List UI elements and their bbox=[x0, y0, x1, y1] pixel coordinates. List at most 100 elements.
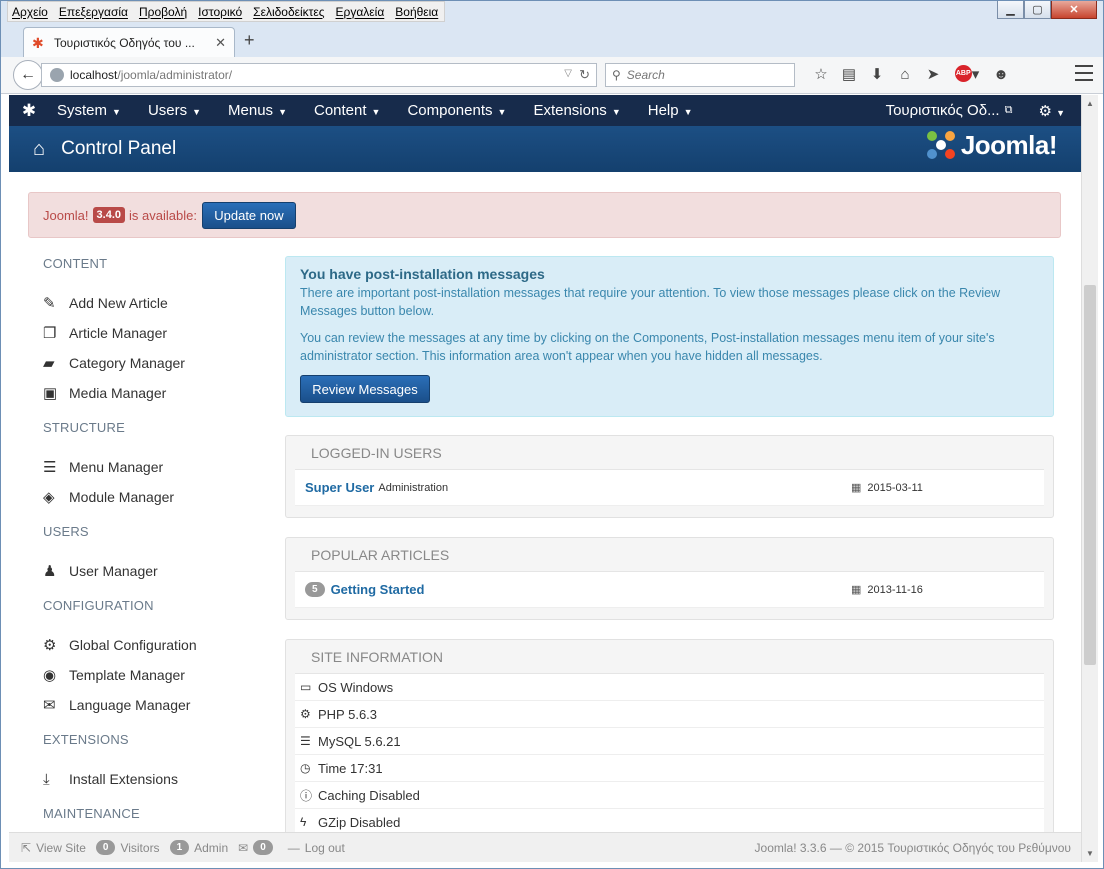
post-install-text-2: You can review the messages at any time … bbox=[300, 331, 995, 363]
copy-icon: ❐ bbox=[43, 325, 57, 342]
tab-title: Τουριστικός Οδηγός του ... bbox=[54, 35, 195, 50]
os-menu-item[interactable]: Ιστορικό bbox=[198, 5, 242, 19]
nav-menu-menus[interactable]: Menus ▼ bbox=[220, 102, 287, 119]
page-header: ⌂ Control Panel Joomla! bbox=[9, 126, 1081, 172]
sidebar-group: USERS ♟ User Manager bbox=[43, 524, 263, 586]
sidebar-item[interactable]: ✉ Language Manager bbox=[43, 690, 263, 720]
sidebar-item[interactable]: ◉ Template Manager bbox=[43, 660, 263, 690]
os-menu-item[interactable]: Σελιδοδείκτες bbox=[253, 5, 324, 19]
update-now-button[interactable]: Update now bbox=[201, 201, 296, 229]
list-item: ϟ GZip Disabled bbox=[295, 809, 1044, 832]
reload-icon[interactable]: ↻ bbox=[579, 67, 590, 83]
sidebar-item[interactable]: ✎ Add New Article bbox=[43, 288, 263, 318]
calendar-icon: ▦ bbox=[851, 584, 862, 596]
minimize-button[interactable]: ▁ bbox=[997, 1, 1024, 19]
hits-badge: 5 bbox=[305, 582, 325, 597]
view-site-link[interactable]: ⇱ View Site bbox=[21, 841, 86, 855]
url-dropdown-icon[interactable]: ▽ bbox=[564, 68, 572, 79]
scroll-down-icon[interactable]: ▼ bbox=[1086, 849, 1094, 858]
caret-down-icon: ▼ bbox=[497, 107, 507, 117]
joomla-menu-items: System ▼ Users ▼ Menus ▼ Content ▼ Components ▼ Ex… bbox=[49, 102, 712, 119]
sidebar-item[interactable]: ▰ Category Manager bbox=[43, 348, 263, 378]
post-install-title: You have post-installation messages bbox=[300, 266, 545, 282]
scrollbar-thumb[interactable] bbox=[1084, 285, 1096, 665]
bookmark-star-icon[interactable]: ☆ bbox=[807, 65, 835, 83]
os-menu-item[interactable]: Επεξεργασία bbox=[59, 5, 128, 19]
sidebar-item-label: Template Manager bbox=[69, 667, 185, 683]
os-menu-item[interactable]: Βοήθεια bbox=[395, 5, 438, 19]
os-menu-items: Αρχείο Επεξεργασία Προβολή Ιστορικό Σελιδοδε… bbox=[7, 1, 446, 22]
url-bar[interactable]: localhost/joomla/administrator/ ▽ ↻ bbox=[41, 63, 597, 87]
close-tab-icon[interactable]: ✕ bbox=[215, 35, 226, 51]
sidebar-item[interactable]: ⤓ Install Extensions bbox=[43, 764, 263, 794]
nav-menu-users[interactable]: Users ▼ bbox=[140, 102, 201, 119]
os-menu-item[interactable]: Αρχείο bbox=[12, 5, 48, 19]
article-date: ▦ 2013-11-16 bbox=[851, 584, 923, 596]
hamburger-menu-icon[interactable] bbox=[1075, 65, 1093, 81]
status-bar: ⇱ View Site 0 Visitors 1 Admin ✉ 0 — Log out … bbox=[9, 832, 1081, 862]
site-name-link[interactable]: Τουριστικός Οδ... bbox=[886, 102, 1000, 119]
back-button[interactable]: ← bbox=[13, 60, 43, 90]
sidebar-item-label: Module Manager bbox=[69, 489, 175, 505]
url-host: localhost bbox=[70, 68, 118, 82]
maximize-button[interactable]: ▢ bbox=[1024, 1, 1051, 19]
sidebar-item[interactable]: ☰ Menu Manager bbox=[43, 452, 263, 482]
nav-menu-system[interactable]: System ▼ bbox=[49, 102, 121, 119]
site-info-label: Caching Disabled bbox=[318, 787, 420, 803]
browser-window: Αρχείο Επεξεργασία Προβολή Ιστορικό Σελιδοδε… bbox=[0, 0, 1104, 869]
sidebar-heading: STRUCTURE bbox=[43, 420, 125, 435]
home-icon: ⌂ bbox=[33, 137, 46, 160]
sidebar-item[interactable]: ◈ Module Manager bbox=[43, 482, 263, 512]
search-input[interactable]: ⚲ Search bbox=[605, 63, 795, 87]
sidebar-item[interactable]: ⚙ Global Configuration bbox=[43, 630, 263, 660]
sidebar-item-label: Global Configuration bbox=[69, 637, 197, 653]
reading-list-icon[interactable]: ▤ bbox=[835, 65, 863, 83]
nav-menu-extensions[interactable]: Extensions ▼ bbox=[525, 102, 620, 119]
close-window-button[interactable]: ✕ bbox=[1051, 1, 1097, 19]
logout-link[interactable]: — Log out bbox=[288, 841, 345, 855]
joomla-logo-icon[interactable]: ✱ bbox=[9, 101, 49, 121]
sidebar-item-label: Language Manager bbox=[69, 697, 191, 713]
sidebar-group: STRUCTURE ☰ Menu Manager ◈ Module Manager bbox=[43, 420, 263, 512]
vertical-scrollbar[interactable]: ▲ ▼ bbox=[1081, 95, 1098, 862]
sidebar-item[interactable]: ❐ Article Manager bbox=[43, 318, 263, 348]
nav-menu-content[interactable]: Content ▼ bbox=[306, 102, 380, 119]
scroll-up-icon[interactable]: ▲ bbox=[1086, 99, 1094, 108]
navigation-toolbar: ← localhost/joomla/administrator/ ▽ ↻ ⚲ … bbox=[1, 57, 1103, 94]
external-link-icon: ⇱ bbox=[21, 840, 32, 855]
browser-tab[interactable]: ✱ Τουριστικός Οδηγός του ... ✕ bbox=[23, 27, 235, 57]
home-icon[interactable]: ⌂ bbox=[891, 66, 919, 83]
sidebar-heading: CONTENT bbox=[43, 256, 108, 271]
new-tab-button[interactable]: + bbox=[244, 30, 255, 51]
table-row: Super User Administration ▦ 2015-03-11 bbox=[295, 470, 1044, 506]
download-icon[interactable]: ⬇ bbox=[863, 65, 891, 83]
sidebar-group: EXTENSIONS ⤓ Install Extensions bbox=[43, 732, 263, 794]
user-name-link[interactable]: Super User bbox=[305, 480, 374, 495]
admin-status: 1 Admin bbox=[169, 840, 228, 855]
nav-menu-components[interactable]: Components ▼ bbox=[399, 102, 506, 119]
sidebar-item[interactable]: ▣ Media Manager bbox=[43, 378, 263, 408]
cube-icon: ◈ bbox=[43, 489, 55, 506]
os-menu-bar: Αρχείο Επεξεργασία Προβολή Ιστορικό Σελιδοδε… bbox=[1, 1, 1103, 23]
send-icon[interactable]: ➤ bbox=[919, 65, 947, 83]
nav-menu-help[interactable]: Help ▼ bbox=[640, 102, 693, 119]
caret-down-icon: ▼ bbox=[683, 107, 693, 117]
caret-down-icon: ▼ bbox=[611, 107, 621, 117]
chat-icon[interactable]: ☻ bbox=[987, 66, 1015, 83]
joomla-brand-logo: Joomla! bbox=[925, 129, 1058, 161]
os-menu-item[interactable]: Εργαλεία bbox=[336, 5, 385, 19]
site-info-label: GZip Disabled bbox=[318, 814, 401, 830]
list-item: ▭ OS Windows bbox=[295, 674, 1044, 701]
os-menu-item[interactable]: Προβολή bbox=[139, 5, 187, 19]
article-link[interactable]: Getting Started bbox=[331, 582, 425, 597]
review-messages-button[interactable]: Review Messages bbox=[300, 375, 430, 403]
caret-down-icon: ▼ bbox=[371, 107, 381, 117]
settings-gear-icon[interactable]: ⚙ ▼ bbox=[1038, 102, 1065, 120]
post-installation-messages: You have post-installation messages Ther… bbox=[285, 256, 1054, 417]
adblock-icon[interactable]: ABP ▾ bbox=[947, 65, 987, 83]
messages-status[interactable]: ✉ 0 bbox=[238, 840, 278, 855]
comments-icon: ✉ bbox=[43, 697, 56, 714]
monitor-icon: ▭ bbox=[300, 680, 312, 694]
sidebar-item[interactable]: ♟ User Manager bbox=[43, 556, 263, 586]
main-content: Joomla! 3.4.0 is available: Update now C… bbox=[9, 172, 1081, 832]
